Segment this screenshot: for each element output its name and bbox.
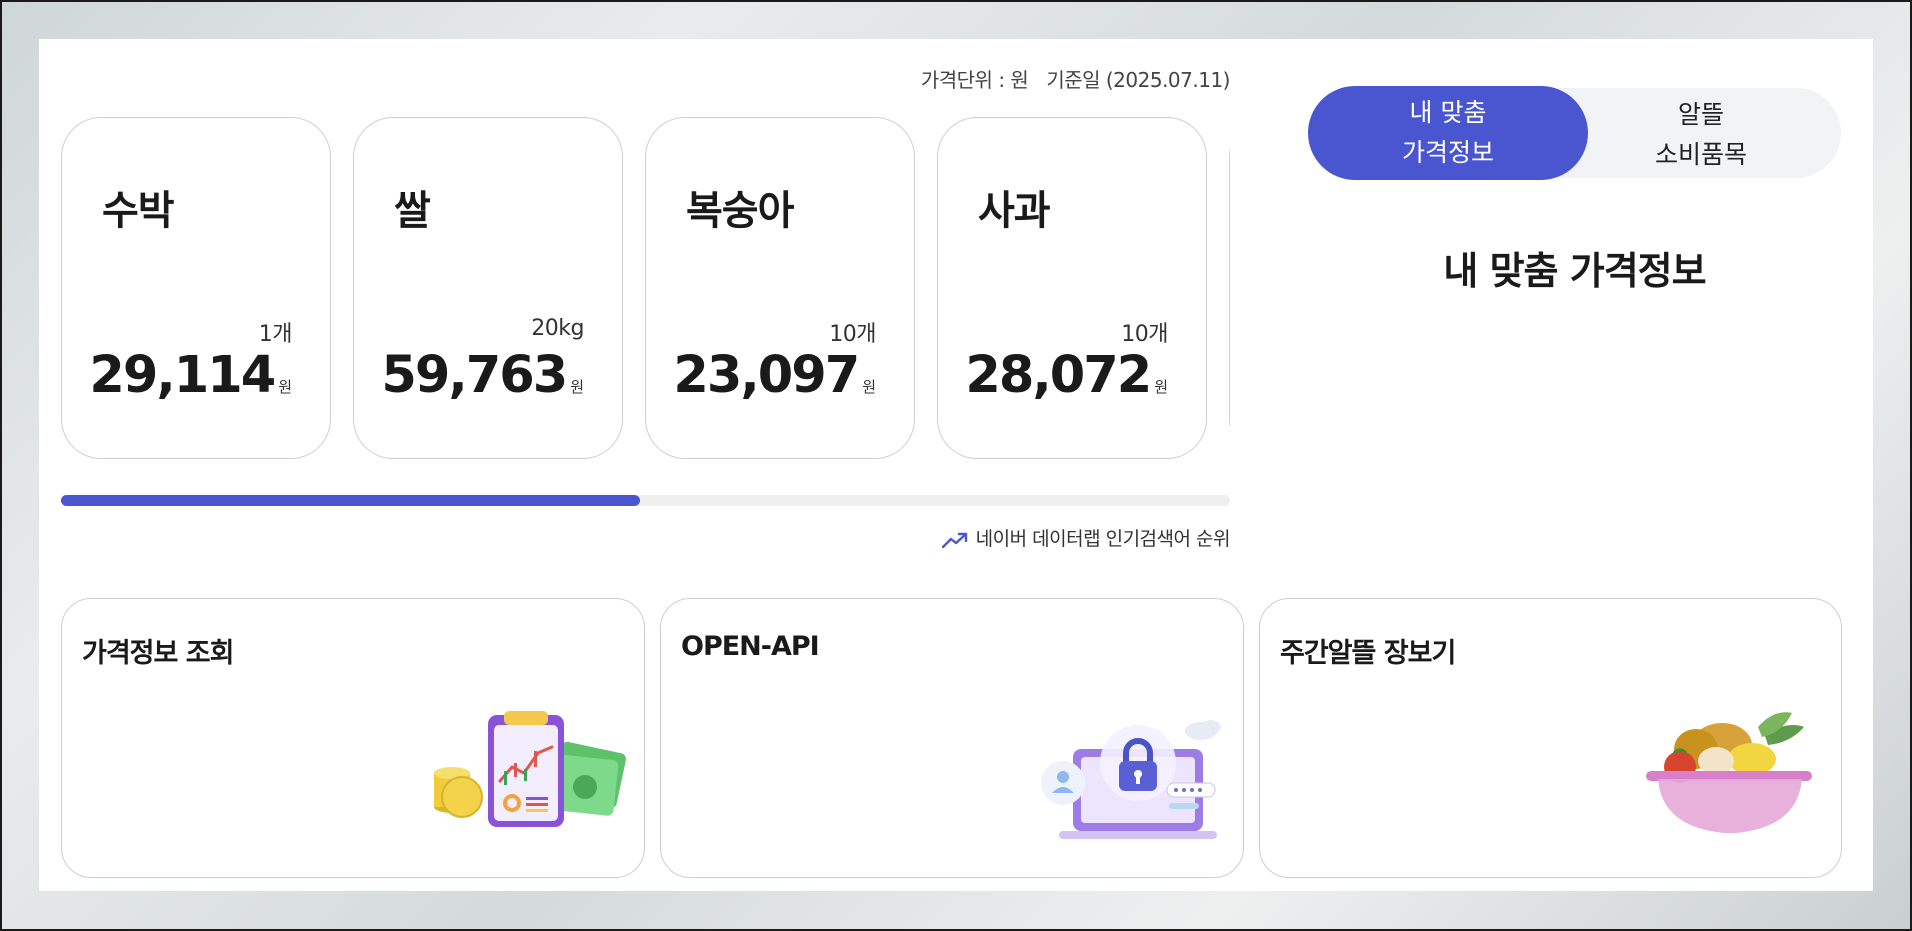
- tab-thrifty-items[interactable]: 알뜰 소비품목: [1561, 88, 1841, 182]
- price-card-next-partial[interactable]: [1229, 117, 1230, 459]
- item-unit: 1개: [258, 322, 293, 347]
- currency-label: 원: [1154, 378, 1168, 396]
- item-price: 59,763: [381, 346, 568, 405]
- item-name: 복숭아: [686, 188, 794, 234]
- item-unit: 20kg: [531, 316, 584, 341]
- tab-label-line2: 소비품목: [1654, 140, 1747, 169]
- secure-laptop-icon: [1041, 720, 1221, 839]
- base-date-label: 기준일 (2025.07.11): [1046, 68, 1230, 92]
- item-name: 수박: [102, 188, 175, 234]
- service-title: OPEN-API: [681, 631, 820, 662]
- item-name: 쌀: [394, 188, 431, 234]
- currency-label: 원: [570, 378, 584, 396]
- carousel-progress-fill: [61, 495, 640, 506]
- item-name: 사과: [978, 188, 1051, 234]
- item-price: 23,097: [673, 346, 860, 405]
- price-card-watermelon[interactable]: 수박 1개 29,114 원: [61, 117, 331, 459]
- service-title: 주간알뜰 장보기: [1280, 638, 1456, 669]
- tab-label-line2: 가격정보: [1401, 138, 1494, 167]
- price-card-peach[interactable]: 복숭아 10개 23,097 원: [645, 117, 915, 459]
- item-price: 29,114: [89, 346, 276, 405]
- service-card-open-api[interactable]: OPEN-API: [660, 598, 1244, 878]
- service-card-price-lookup[interactable]: 가격정보 조회: [61, 598, 645, 878]
- price-card-rice[interactable]: 쌀 20kg 59,763 원: [353, 117, 623, 459]
- service-card-weekly-shopping[interactable]: 주간알뜰 장보기: [1259, 598, 1842, 878]
- currency-label: 원: [278, 378, 292, 396]
- carousel-progress-bar[interactable]: [61, 495, 1230, 506]
- tab-my-price-info[interactable]: 내 맞춤 가격정보: [1308, 86, 1588, 180]
- grocery-bowl-icon: [1646, 712, 1812, 833]
- data-source: 네이버 데이터랩 인기검색어 순위: [930, 524, 1231, 551]
- item-unit: 10개: [829, 322, 876, 347]
- tab-label-line1: 내 맞춤: [1409, 98, 1487, 127]
- price-meta: 가격단위 : 원 기준일 (2025.07.11): [870, 64, 1231, 93]
- view-toggle: 내 맞춤 가격정보 알뜰 소비품목: [1308, 86, 1841, 180]
- item-price: 28,072: [965, 346, 1152, 405]
- item-unit: 10개: [1121, 322, 1168, 347]
- currency-label: 원: [862, 378, 876, 396]
- price-unit-label: 가격단위 : 원: [920, 68, 1029, 92]
- price-chart-clipboard-icon: [434, 711, 626, 827]
- tab-label-line1: 알뜰: [1677, 100, 1724, 129]
- price-card-carousel[interactable]: 수박 1개 29,114 원 쌀 20kg 59,763 원 복숭아 10개 23,…: [61, 117, 1230, 465]
- right-panel-title: 내 맞춤 가격정보: [1443, 249, 1706, 293]
- trending-up-icon: [941, 532, 967, 548]
- service-title: 가격정보 조회: [82, 638, 234, 669]
- price-card-apple[interactable]: 사과 10개 28,072 원: [937, 117, 1207, 459]
- data-source-label: 네이버 데이터랩 인기검색어 순위: [975, 528, 1231, 550]
